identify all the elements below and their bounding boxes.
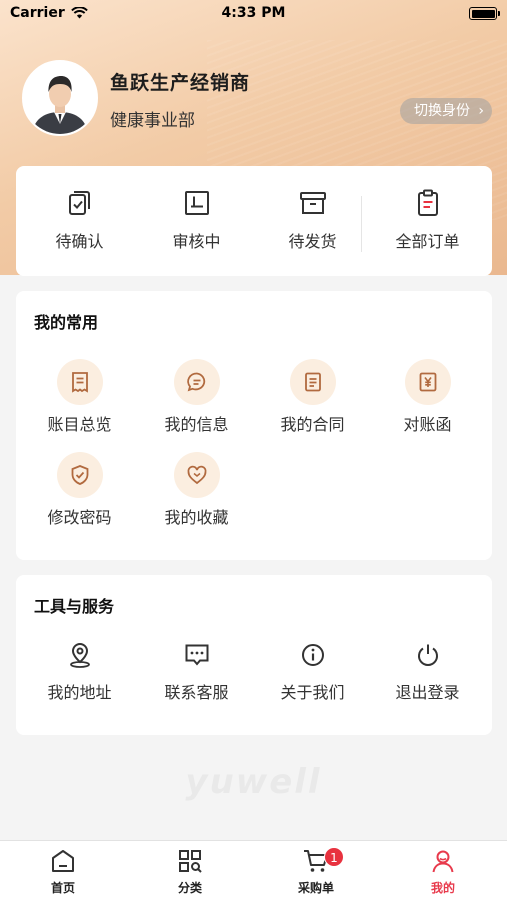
info-icon bbox=[301, 644, 324, 666]
tool-item-label: 退出登录 bbox=[395, 683, 460, 702]
location-icon bbox=[69, 642, 90, 668]
grid-item-label: 我的收藏 bbox=[164, 508, 229, 527]
about-us-item[interactable]: 关于我们 bbox=[253, 641, 372, 703]
order-all-icon bbox=[417, 189, 438, 216]
order-confirm-icon bbox=[68, 191, 90, 215]
grid-item-label: 对账函 bbox=[403, 415, 452, 434]
yen-icon bbox=[419, 372, 436, 392]
battery-icon bbox=[469, 7, 500, 20]
avatar[interactable] bbox=[22, 60, 98, 136]
my-address-item[interactable]: 我的地址 bbox=[20, 641, 139, 703]
order-status-label: 全部订单 bbox=[395, 232, 460, 251]
account-overview-item[interactable]: 账目总览 bbox=[20, 359, 139, 435]
order-pending-confirm[interactable]: 待确认 bbox=[20, 188, 139, 252]
order-to-ship[interactable]: 待发货 bbox=[253, 188, 372, 252]
tool-item-label: 关于我们 bbox=[280, 683, 345, 702]
order-review-icon bbox=[184, 191, 209, 215]
chat-icon bbox=[185, 644, 208, 666]
my-info-item[interactable]: 我的信息 bbox=[137, 359, 256, 435]
cart-count-badge: 1 bbox=[324, 847, 344, 867]
order-all[interactable]: 全部订单 bbox=[368, 188, 487, 252]
my-contract-item[interactable]: 我的合同 bbox=[253, 359, 372, 435]
tab-purchase-list[interactable]: 1 采购单 bbox=[253, 847, 379, 896]
home-icon bbox=[52, 850, 74, 872]
my-favorites-item[interactable]: 我的收藏 bbox=[137, 452, 256, 528]
user-avatar-icon bbox=[24, 62, 96, 134]
orders-divider bbox=[361, 196, 362, 252]
power-icon bbox=[417, 644, 438, 666]
profile-icon bbox=[432, 850, 454, 873]
order-status-label: 待发货 bbox=[288, 232, 337, 251]
logout-item[interactable]: 退出登录 bbox=[368, 641, 487, 703]
contact-service-item[interactable]: 联系客服 bbox=[137, 641, 256, 703]
message-icon bbox=[186, 372, 205, 392]
tool-item-label: 联系客服 bbox=[164, 683, 229, 702]
tab-label: 采购单 bbox=[297, 881, 334, 895]
status-time: 4:33 PM bbox=[221, 5, 286, 21]
chevron-right-icon: › bbox=[478, 103, 484, 119]
order-under-review[interactable]: 审核中 bbox=[137, 188, 256, 252]
heart-icon bbox=[187, 465, 206, 485]
grid-item-label: 修改密码 bbox=[47, 508, 112, 527]
bottom-tab-bar: 首页 分类 1 采购单 我的 bbox=[0, 840, 507, 900]
tab-category[interactable]: 分类 bbox=[127, 847, 253, 896]
grid-item-label: 账目总览 bbox=[47, 415, 112, 434]
order-status-card: 待确认 审核中 待发货 全部订单 bbox=[16, 166, 492, 276]
grid-item-label: 我的信息 bbox=[164, 415, 229, 434]
dealer-name: 鱼跃生产经销商 bbox=[110, 72, 251, 94]
tab-label: 我的 bbox=[430, 881, 455, 895]
common-functions-card: 我的常用 账目总览 我的信息 我的合同 对账函 修改密码 我的收藏 bbox=[16, 291, 492, 560]
watermark-logo: yuwell bbox=[0, 762, 507, 802]
receipt-icon bbox=[71, 372, 88, 393]
grid-item-label: 我的合同 bbox=[280, 415, 345, 434]
profile-header: 鱼跃生产经销商 健康事业部 切换身份 › bbox=[22, 60, 492, 140]
status-bar: Carrier 4:33 PM bbox=[0, 0, 507, 28]
order-ship-icon bbox=[299, 192, 326, 214]
section-title: 工具与服务 bbox=[34, 597, 115, 616]
change-password-item[interactable]: 修改密码 bbox=[20, 452, 139, 528]
tab-mine[interactable]: 我的 bbox=[380, 847, 506, 896]
order-status-label: 审核中 bbox=[172, 232, 221, 251]
category-icon bbox=[179, 850, 202, 873]
contract-icon bbox=[304, 372, 321, 392]
tab-label: 首页 bbox=[50, 881, 75, 895]
switch-identity-button[interactable]: 切换身份 › bbox=[400, 98, 492, 124]
shield-check-icon bbox=[71, 465, 88, 485]
section-title: 我的常用 bbox=[34, 313, 99, 332]
switch-identity-label: 切换身份 bbox=[414, 103, 470, 119]
reconciliation-letter-item[interactable]: 对账函 bbox=[368, 359, 487, 435]
order-status-label: 待确认 bbox=[55, 232, 104, 251]
department-name: 健康事业部 bbox=[110, 111, 195, 131]
tools-services-card: 工具与服务 我的地址 联系客服 关于我们 退出登录 bbox=[16, 575, 492, 735]
tab-label: 分类 bbox=[177, 881, 202, 895]
tab-home[interactable]: 首页 bbox=[0, 847, 126, 896]
tool-item-label: 我的地址 bbox=[47, 683, 112, 702]
